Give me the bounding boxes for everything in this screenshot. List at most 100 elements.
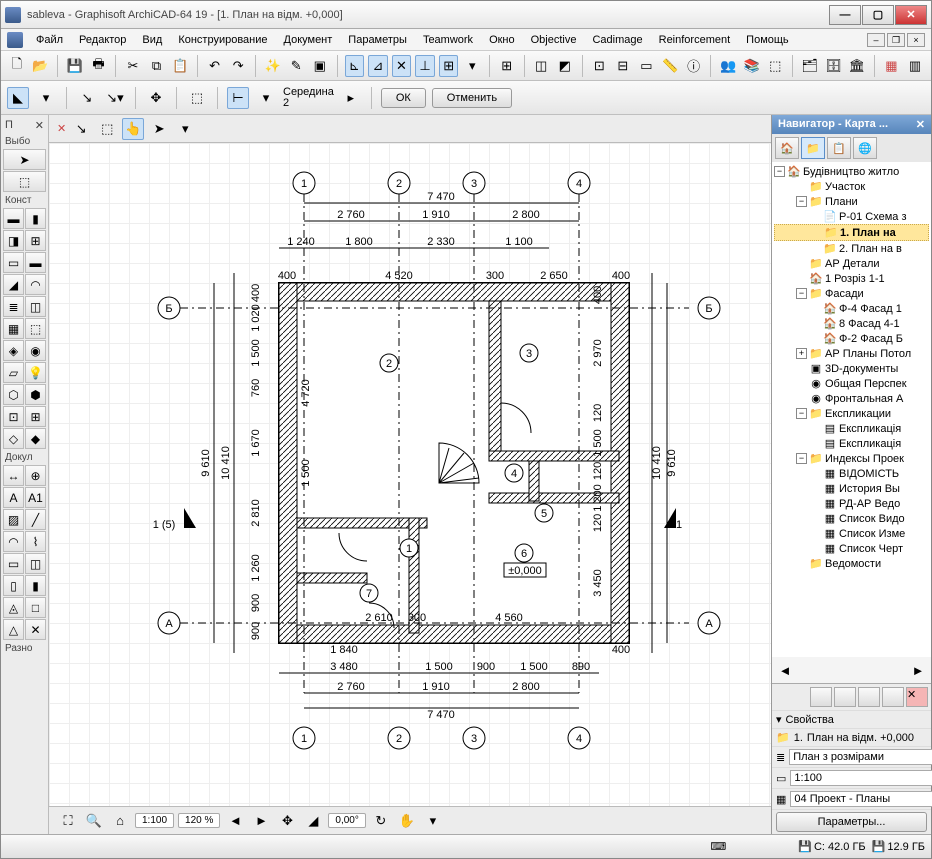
angle-field[interactable]: 0,00° — [328, 813, 365, 828]
move-tool-icon[interactable]: ✥ — [145, 87, 167, 109]
tree-item[interactable]: ▦История Вы — [774, 481, 929, 496]
nav-scroll-left-icon[interactable]: ◄ — [774, 659, 796, 681]
tree-item[interactable]: ▦Список Черт — [774, 541, 929, 556]
dropdown-arrow-icon[interactable]: ▾ — [462, 55, 482, 77]
cursor-snap-1-icon[interactable]: ⊾ — [345, 55, 365, 77]
navigator-close-icon[interactable]: ✕ — [916, 118, 925, 131]
menu-parameters[interactable]: Параметры — [341, 32, 414, 48]
zoom-fit-icon[interactable]: ⛶ — [57, 810, 79, 832]
menu-construction[interactable]: Конструирование — [171, 32, 274, 48]
polyline-tool[interactable]: ⌇ — [25, 531, 46, 552]
zone-tool[interactable]: ▱ — [3, 362, 24, 383]
arrow-mode-icon[interactable]: ↘ — [76, 87, 98, 109]
cancel-button[interactable]: Отменить — [432, 88, 512, 108]
elevation-tool[interactable]: ▯ — [3, 575, 24, 596]
ok-button[interactable]: ОК — [381, 88, 426, 108]
attributes-icon[interactable]: ⬚ — [766, 55, 786, 77]
profile-tool[interactable]: ⬡ — [3, 384, 24, 405]
navigator-tab-publisher[interactable]: 🌐 — [853, 137, 877, 159]
level-dim-tool[interactable]: ⊕ — [25, 465, 46, 486]
navigator-icon[interactable]: 🗂 — [800, 55, 820, 77]
line-tool[interactable]: ╱ — [25, 509, 46, 530]
label-tool[interactable]: А1 — [25, 487, 46, 508]
menu-cadimage[interactable]: Cadimage — [585, 32, 649, 48]
arrow-tool[interactable]: ➤ — [3, 149, 46, 170]
zoom-window-icon[interactable]: 🔍 — [83, 810, 105, 832]
cut-icon[interactable]: ✂ — [123, 55, 143, 77]
orientation-icon[interactable]: ◢ — [302, 810, 324, 832]
props-toggle-icon[interactable]: ▾ — [776, 713, 782, 726]
scale-field[interactable]: 1:100 — [135, 813, 174, 828]
window-minimize-button[interactable]: — — [829, 5, 861, 25]
sec-tool-1-icon[interactable]: ↘ — [70, 118, 92, 140]
change-tool[interactable]: △ — [3, 619, 24, 640]
tree-item[interactable]: −📁Плани — [774, 194, 929, 209]
canvas-viewport[interactable]: 1 2 3 4 1 2 3 4 Б А Б А 1 (5) — [49, 143, 771, 806]
pan-hand-icon[interactable]: ✋ — [396, 810, 418, 832]
arc-tool[interactable]: ◠ — [3, 531, 24, 552]
menu-editor[interactable]: Редактор — [72, 32, 133, 48]
dimension-tool[interactable]: ↔ — [3, 465, 24, 486]
tree-item[interactable]: ▦Список Видо — [774, 511, 929, 526]
geom-method-1-icon[interactable]: ◣ — [7, 87, 29, 109]
paste-icon[interactable]: 📋 — [170, 55, 190, 77]
marquee-tool[interactable]: ⬚ — [3, 171, 46, 192]
tree-toggle-icon[interactable]: − — [796, 288, 807, 299]
window-close-button[interactable]: ✕ — [895, 5, 927, 25]
tree-item[interactable]: 📁2. План на в — [774, 241, 929, 256]
teamwork-icon[interactable]: 👥 — [718, 55, 738, 77]
object-tool[interactable]: ◉ — [25, 340, 46, 361]
cursor-snap-3-icon[interactable]: ✕ — [392, 55, 412, 77]
worksheet-tool[interactable]: □ — [25, 597, 46, 618]
menu-teamwork[interactable]: Teamwork — [416, 32, 480, 48]
tree-item[interactable]: ◉Общая Перспек — [774, 376, 929, 391]
tree-item[interactable]: 📄Р-01 Схема з — [774, 209, 929, 224]
tree-item[interactable]: −📁Индексы Проек — [774, 451, 929, 466]
play-icon[interactable]: ▸ — [340, 87, 362, 109]
doc-tool-icon[interactable]: ▭ — [637, 55, 657, 77]
label-2-tool[interactable]: ◆ — [25, 428, 46, 449]
geom-method-2-icon[interactable]: ▾ — [35, 87, 57, 109]
tree-toggle-icon[interactable]: − — [796, 453, 807, 464]
open-file-icon[interactable]: 📂 — [31, 55, 51, 77]
magic-wand-icon[interactable]: ✨ — [263, 55, 283, 77]
slab-tool[interactable]: ▭ — [3, 252, 24, 273]
snap-midpoint-icon[interactable]: ⊢ — [227, 87, 249, 109]
tree-toggle-icon[interactable]: − — [774, 166, 785, 177]
layer-icon[interactable]: ◫ — [531, 55, 551, 77]
tab-close-icon[interactable]: ✕ — [57, 122, 66, 135]
complex-tool[interactable]: ⬢ — [25, 384, 46, 405]
prop-scale-field[interactable] — [790, 770, 932, 786]
detail-tool[interactable]: ◬ — [3, 597, 24, 618]
cursor-snap-4-icon[interactable]: ⊥ — [415, 55, 435, 77]
label-1-tool[interactable]: ◇ — [3, 428, 24, 449]
drawing-tool[interactable]: ▭ — [3, 553, 24, 574]
hotspot-tool[interactable]: ✕ — [25, 619, 46, 640]
tree-item[interactable]: 🏠Ф-4 Фасад 1 — [774, 301, 929, 316]
curtain-wall-tool[interactable]: ▦ — [3, 318, 24, 339]
sec-tool-3-icon[interactable]: 👆 — [122, 118, 144, 140]
navigator-tree[interactable]: − 🏠 Будівництво житло 📁Участок−📁Плани📄Р-… — [772, 162, 931, 657]
navigator-tab-layout[interactable]: 📋 — [827, 137, 851, 159]
section-tool[interactable]: ◫ — [25, 553, 46, 574]
menu-objective[interactable]: Objective — [524, 32, 584, 48]
refresh-icon[interactable]: ↻ — [370, 810, 392, 832]
zoom-home-icon[interactable]: ⌂ — [109, 810, 131, 832]
tree-item[interactable]: ▦ВІДОМІСТЬ — [774, 466, 929, 481]
tree-item[interactable]: 📁1. План на — [774, 224, 929, 241]
prop-tab-delete[interactable]: ✕ — [906, 687, 928, 707]
tree-item[interactable]: ▤Експликація — [774, 421, 929, 436]
zoom-prev-icon[interactable]: ◄ — [224, 810, 246, 832]
archicad-logo-icon[interactable] — [7, 32, 23, 48]
prop-tab-1[interactable] — [810, 687, 832, 707]
tree-item[interactable]: 🏠1 Розріз 1-1 — [774, 271, 929, 286]
tree-item[interactable]: ▣3D-документы — [774, 361, 929, 376]
mdi-restore-button[interactable]: ❐ — [887, 33, 905, 47]
save-icon[interactable]: 💾 — [65, 55, 85, 77]
skylight-tool[interactable]: ◫ — [25, 296, 46, 317]
prop-tab-2[interactable] — [834, 687, 856, 707]
cursor-snap-2-icon[interactable]: ⊿ — [368, 55, 388, 77]
structure-tool[interactable]: ⊡ — [3, 406, 24, 427]
sec-tool-4-icon[interactable]: ➤ — [148, 118, 170, 140]
parameters-button[interactable]: Параметры... — [776, 812, 927, 832]
